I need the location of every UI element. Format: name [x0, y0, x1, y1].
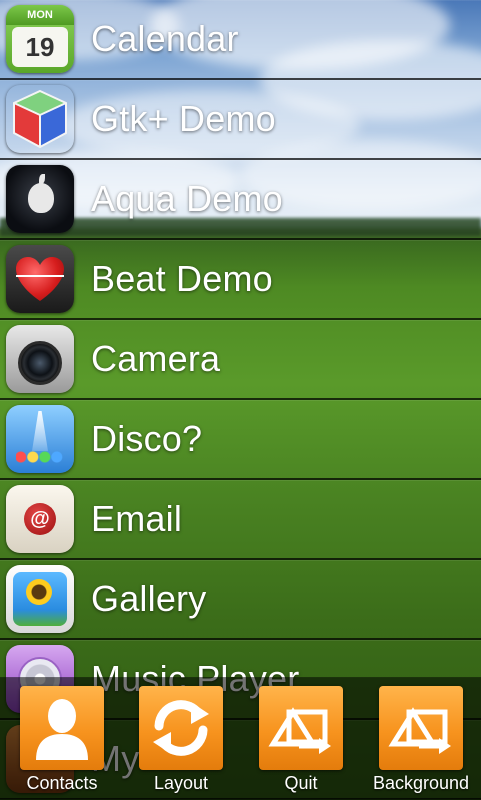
app-label: Beat Demo: [91, 258, 273, 299]
dock-label: Background: [372, 773, 470, 793]
email-at-glyph: @: [24, 503, 56, 535]
app-label: Gtk+ Demo: [91, 98, 276, 139]
email-seal-icon: @: [6, 485, 74, 553]
dock-label: Quit: [284, 773, 318, 793]
layout-refresh-icon: [139, 686, 223, 770]
bottom-dock: Contacts Layout Quit Background: [0, 678, 481, 799]
contacts-person-icon: [20, 686, 104, 770]
contacts-button[interactable]: Contacts: [10, 686, 114, 796]
gallery-sunflower-icon: [6, 565, 74, 633]
apple-logo-icon: [6, 165, 74, 233]
app-row-email[interactable]: @ Email: [0, 480, 481, 560]
app-label: Camera: [91, 338, 221, 379]
app-label: Calendar: [91, 18, 239, 59]
calendar-icon-date: 19: [12, 27, 68, 67]
app-row-gallery[interactable]: Gallery: [0, 560, 481, 640]
app-row-beat-demo[interactable]: Beat Demo: [0, 240, 481, 320]
dock-label: Contacts: [26, 773, 98, 793]
background-swap-icon: [379, 686, 463, 770]
app-row-gtk-demo[interactable]: Gtk+ Demo: [0, 80, 481, 160]
quit-button[interactable]: Quit: [249, 686, 353, 796]
app-row-disco[interactable]: Disco?: [0, 400, 481, 480]
heart-pulse-icon: [6, 245, 74, 313]
camera-icon: [6, 325, 74, 393]
quit-swap-icon: [259, 686, 343, 770]
app-label: Email: [91, 498, 183, 539]
app-label: Gallery: [91, 578, 207, 619]
app-row-camera[interactable]: Camera: [0, 320, 481, 400]
app-label: Aqua Demo: [91, 178, 283, 219]
layout-button[interactable]: Layout: [129, 686, 233, 796]
app-row-aqua-demo[interactable]: Aqua Demo: [0, 160, 481, 240]
calendar-icon-day: MON: [6, 5, 74, 25]
disco-lights-icon: [6, 405, 74, 473]
app-row-calendar[interactable]: MON 19 Calendar: [0, 0, 481, 80]
background-button[interactable]: Background: [369, 686, 473, 796]
dock-label: Layout: [153, 773, 209, 793]
calendar-icon: MON 19: [6, 5, 74, 73]
gtk-cube-icon: [6, 85, 74, 153]
app-label: Disco?: [91, 418, 203, 459]
